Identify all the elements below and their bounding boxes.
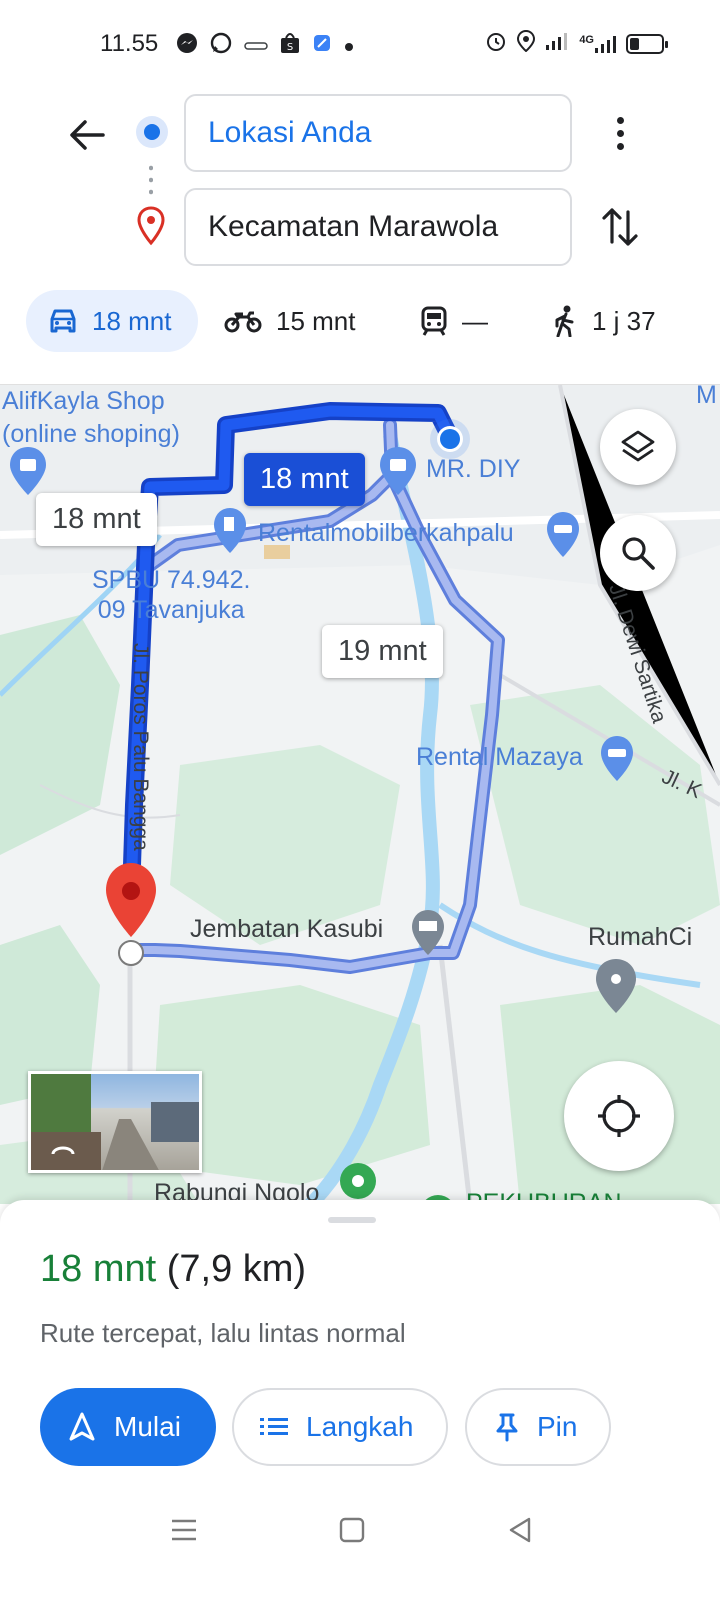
sheet-drag-handle[interactable] <box>328 1217 376 1223</box>
route-time-chip-primary[interactable]: 18 mnt <box>244 453 365 506</box>
location-icon <box>517 29 536 58</box>
mode-tab-car[interactable]: 18 mnt <box>26 290 198 352</box>
layers-icon <box>621 430 655 462</box>
signal-icon <box>545 31 569 57</box>
shopee-icon: S <box>280 32 300 60</box>
directions-header: Lokasi Anda Kecamatan Marawola <box>0 88 720 288</box>
messenger-icon <box>176 32 198 60</box>
poi-label-rumah[interactable]: RumahCi <box>588 923 692 952</box>
list-icon <box>260 1418 288 1435</box>
destination-field[interactable]: Kecamatan Marawola <box>184 188 572 266</box>
pin-button-label: Pin <box>537 1411 578 1442</box>
route-time-chip-alternative[interactable]: 19 mnt <box>322 625 443 678</box>
mode-tab-walk[interactable]: 1 j 37 <box>552 290 656 352</box>
poi-label-edge: M <box>696 384 717 409</box>
origin-marker-icon <box>136 116 168 148</box>
triangle-back-icon <box>509 1517 531 1543</box>
mode-tab-motorcycle-label: 15 mnt <box>276 305 356 336</box>
battery-icon <box>626 34 668 54</box>
status-bar: 11.55 S 4G <box>0 0 720 88</box>
layers-button[interactable] <box>600 409 676 485</box>
origin-field[interactable]: Lokasi Anda <box>184 94 572 172</box>
travel-mode-tabs: 18 mnt 15 mnt — 1 j 37 <box>0 288 720 384</box>
route-duration: 18 mnt <box>40 1248 157 1290</box>
dot-icon <box>344 34 354 58</box>
pin-button[interactable]: Pin <box>465 1388 611 1466</box>
poi-label-rental-berkah[interactable]: Rentalmobilberkahpalu <box>258 519 514 548</box>
map-view[interactable]: AlifKayla Shop (online shoping) MR. DIY … <box>0 384 720 1204</box>
back-button[interactable] <box>62 110 112 160</box>
mode-tab-transit[interactable]: — <box>420 290 488 352</box>
square-icon <box>339 1517 365 1543</box>
park-pin-icon <box>340 1163 376 1199</box>
start-button[interactable]: Mulai <box>40 1388 216 1466</box>
steps-button-label: Langkah <box>306 1411 414 1442</box>
search-icon <box>622 537 655 570</box>
poi-label-mr-diy[interactable]: MR. DIY <box>426 455 520 484</box>
notification-icons: S <box>176 32 354 60</box>
svg-text:S: S <box>287 42 293 53</box>
status-time: 11.55 <box>100 30 159 57</box>
mode-tab-walk-label: 1 j 37 <box>592 305 656 336</box>
street-view-thumbnail[interactable] <box>28 1071 202 1173</box>
poi-label-spbu[interactable]: SPBU 74.942. 09 Tavanjuka <box>92 565 250 625</box>
mode-tab-motorcycle[interactable]: 15 mnt <box>224 290 356 352</box>
destination-pin-icon <box>137 206 165 246</box>
route-connector-dots <box>149 162 153 198</box>
home-button[interactable] <box>332 1510 372 1550</box>
car-icon <box>50 309 76 333</box>
route-distance: (7,9 km) <box>166 1248 307 1290</box>
route-subtitle: Rute tercepat, lalu lintas normal <box>40 1318 406 1348</box>
more-vert-icon <box>616 116 624 124</box>
route-time-chip-primary-side[interactable]: 18 mnt <box>36 493 157 546</box>
walk-icon <box>555 305 574 337</box>
steps-button[interactable]: Langkah <box>232 1388 448 1466</box>
alarm-icon <box>485 30 507 58</box>
recent-apps-button[interactable] <box>164 1510 204 1550</box>
arrow-back-icon <box>70 120 105 150</box>
my-location-button[interactable] <box>564 1061 674 1171</box>
map-search-button[interactable] <box>600 515 676 591</box>
street-view-image <box>31 1074 199 1170</box>
more-options-button[interactable] <box>600 108 640 158</box>
navigation-arrow-icon <box>69 1412 95 1441</box>
menu-icon <box>172 1519 196 1541</box>
app-icon <box>244 34 268 58</box>
mode-tab-car-label: 18 mnt <box>92 305 172 336</box>
system-icons: 4G <box>485 29 668 58</box>
poi-label-rental-mazaya[interactable]: Rental Mazaya <box>416 743 583 772</box>
motorcycle-icon <box>224 311 262 333</box>
route-summary: 18 mnt (7,9 km) <box>40 1248 306 1291</box>
swap-direction-button[interactable] <box>598 202 642 252</box>
mode-tab-transit-label: — <box>462 305 488 336</box>
crosshair-icon <box>598 1095 640 1137</box>
back-nav-button[interactable] <box>500 1510 540 1550</box>
start-button-label: Mulai <box>114 1411 181 1442</box>
app-icon <box>312 33 332 59</box>
system-navigation-bar <box>0 1480 720 1600</box>
train-icon <box>421 306 447 336</box>
pushpin-icon <box>496 1413 518 1442</box>
whatsapp-icon <box>210 32 232 60</box>
street-label-poros: Jl. Poros Palu Bangga <box>129 643 152 851</box>
poi-label-shop[interactable]: AlifKayla Shop (online shoping) <box>2 385 180 451</box>
4g-signal-icon: 4G <box>579 34 616 54</box>
poi-label-bridge[interactable]: Jembatan Kasubi <box>190 915 383 944</box>
